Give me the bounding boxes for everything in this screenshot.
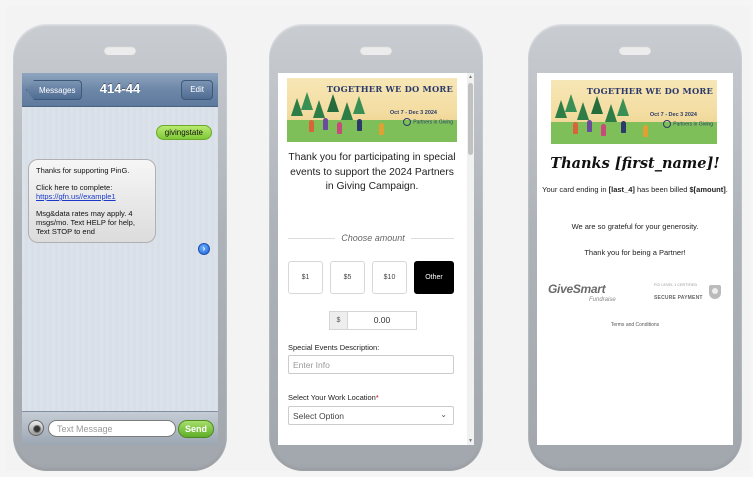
- person-icon: [379, 123, 384, 135]
- person-icon: [309, 120, 314, 132]
- incoming-message: Thanks for supporting PinG. Click here t…: [28, 159, 156, 243]
- banner-headline: TOGETHER WE DO MORE: [326, 84, 453, 94]
- tree-icon: [327, 94, 339, 112]
- person-icon: [621, 121, 626, 133]
- last4-token: [last_4]: [608, 185, 635, 194]
- person-icon: [643, 125, 648, 137]
- description-label: Special Events Description:: [288, 343, 380, 352]
- partners-logo: Partners in Giving: [403, 118, 453, 126]
- amount-option-10[interactable]: $10: [372, 261, 407, 294]
- choose-amount-label: Choose amount: [278, 233, 468, 243]
- form-screen: TOGETHER WE DO MORE Oct 7 - Dec 3 2024 P…: [278, 73, 474, 445]
- tree-icon: [313, 100, 325, 118]
- stage: Messages 414-44 Edit givingstate Thanks …: [6, 6, 750, 471]
- scrollbar-thumb[interactable]: [468, 83, 473, 155]
- tree-icon: [605, 104, 617, 122]
- conversation: givingstate Thanks for supporting PinG. …: [22, 107, 218, 411]
- sms-nav-bar: Messages 414-44 Edit: [22, 73, 218, 107]
- sms-screen: Messages 414-44 Edit givingstate Thanks …: [22, 73, 218, 445]
- camera-icon[interactable]: [28, 420, 44, 436]
- amount-token: $[amount]: [689, 185, 726, 194]
- secure-payment-label: SECURE PAYMENT: [654, 295, 703, 301]
- terms-link[interactable]: Terms and Conditions: [537, 322, 733, 328]
- tree-icon: [591, 96, 603, 114]
- banner-dates: Oct 7 - Dec 3 2024: [389, 110, 437, 116]
- logo-ring-icon: [663, 120, 672, 128]
- message-line: Msg&data rates may apply. 4 msgs/mo. Tex…: [36, 209, 135, 236]
- phone-sms: Messages 414-44 Edit givingstate Thanks …: [13, 24, 227, 471]
- logo-ring-icon: [403, 118, 412, 126]
- location-label: Select Your Work Location*: [288, 393, 379, 402]
- person-icon: [601, 124, 606, 136]
- amount-value[interactable]: 0.00: [348, 312, 416, 329]
- message-line: Thanks for supporting PinG.: [36, 166, 130, 175]
- givesmart-subtitle: Fundraise: [589, 297, 616, 303]
- thanks-heading: Thanks [first_name]!: [550, 155, 720, 172]
- scroll-up-icon[interactable]: ▲: [468, 74, 473, 80]
- message-line: Click here to complete: https://gfn.us//…: [36, 183, 149, 201]
- person-icon: [573, 122, 578, 134]
- tree-icon: [565, 94, 577, 112]
- send-button[interactable]: Send: [178, 420, 214, 438]
- phone-form: TOGETHER WE DO MORE Oct 7 - Dec 3 2024 P…: [269, 24, 483, 471]
- speaker: [360, 46, 392, 55]
- campaign-banner: TOGETHER WE DO MORE Oct 7 - Dec 3 2024 P…: [551, 80, 717, 144]
- scroll-down-icon[interactable]: ▼: [468, 438, 473, 444]
- phone-thanks: TOGETHER WE DO MORE Oct 7 - Dec 3 2024 P…: [528, 24, 742, 471]
- tree-icon: [617, 98, 629, 116]
- amount-option-5[interactable]: $5: [330, 261, 365, 294]
- compose-bar: Text Message Send: [22, 411, 218, 445]
- chevron-right-icon[interactable]: ›: [198, 243, 210, 255]
- speaker: [619, 46, 651, 55]
- speaker: [104, 46, 136, 55]
- text-message-input[interactable]: Text Message: [48, 420, 176, 437]
- location-select[interactable]: Select Option ⌄: [288, 406, 454, 425]
- custom-amount-field[interactable]: $ 0.00: [329, 311, 417, 330]
- tree-icon: [301, 92, 313, 110]
- outgoing-message: givingstate: [155, 125, 212, 140]
- description-input[interactable]: Enter Info: [288, 355, 454, 374]
- grateful-message: We are so grateful for your generosity.: [571, 222, 699, 231]
- person-icon: [587, 120, 592, 132]
- person-icon: [357, 119, 362, 131]
- person-icon: [337, 122, 342, 134]
- banner-headline: TOGETHER WE DO MORE: [586, 86, 713, 96]
- donation-link[interactable]: https://gfn.us//example1: [36, 192, 116, 201]
- required-marker: *: [375, 393, 379, 402]
- tree-icon: [353, 96, 365, 114]
- pci-certified-label: PCI LEVEL 1 CERTIFIED: [654, 283, 698, 287]
- billing-message: Your card ending in [last_4] has been bi…: [542, 185, 728, 194]
- edit-button[interactable]: Edit: [181, 80, 213, 100]
- person-icon: [323, 118, 328, 130]
- shield-icon: [709, 285, 721, 299]
- chevron-down-icon: ⌄: [440, 410, 447, 419]
- thanks-screen: TOGETHER WE DO MORE Oct 7 - Dec 3 2024 P…: [537, 73, 733, 445]
- partners-logo: Partners in Giving: [663, 120, 713, 128]
- amount-option-other[interactable]: Other: [414, 261, 454, 294]
- amount-option-1[interactable]: $1: [288, 261, 323, 294]
- message-text: Click here to complete:: [36, 183, 113, 192]
- banner-dates: Oct 7 - Dec 3 2024: [649, 112, 697, 118]
- tree-icon: [577, 102, 589, 120]
- intro-text: Thank you for participating in special e…: [288, 152, 456, 192]
- currency-symbol: $: [330, 312, 348, 329]
- tree-icon: [341, 102, 353, 120]
- campaign-banner: TOGETHER WE DO MORE Oct 7 - Dec 3 2024 P…: [287, 78, 457, 142]
- scrollbar[interactable]: ▲ ▼: [467, 73, 474, 445]
- givesmart-logo: GiveSmart: [548, 282, 606, 296]
- partner-message: Thank you for being a Partner!: [584, 248, 686, 257]
